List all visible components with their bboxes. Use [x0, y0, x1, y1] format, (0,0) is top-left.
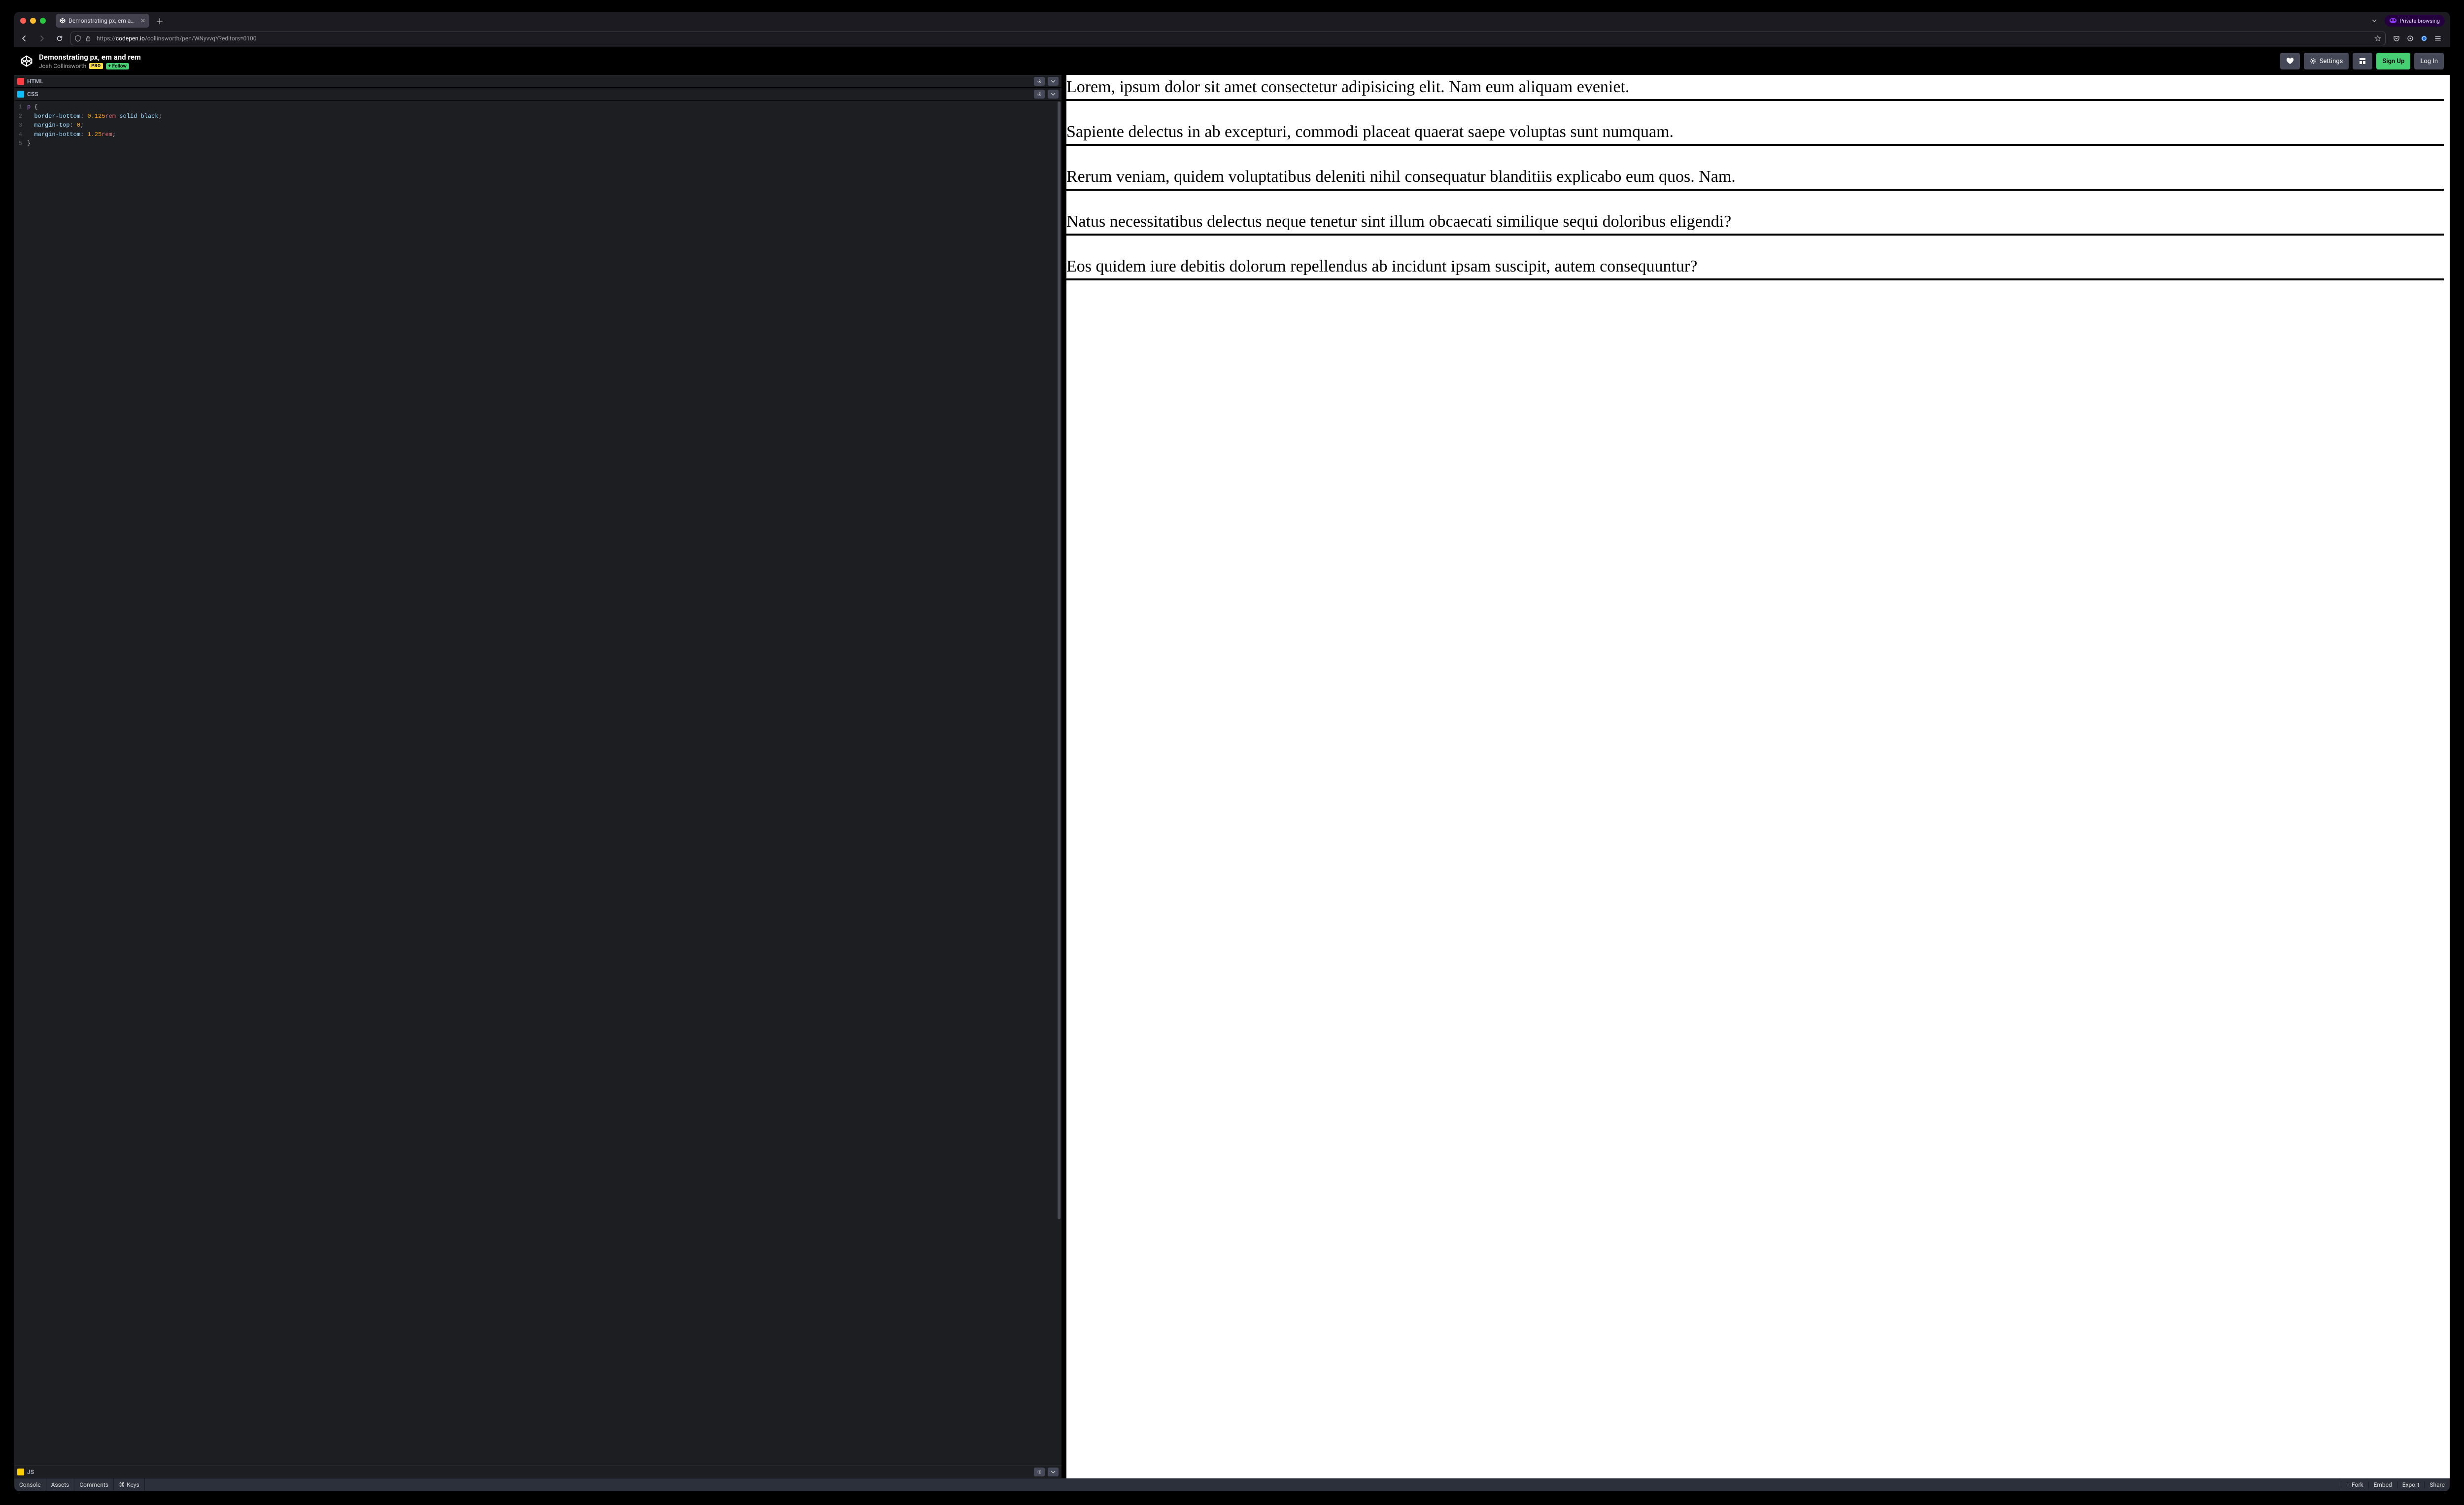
- share-button[interactable]: Share: [2424, 1481, 2450, 1488]
- address-bar[interactable]: https://codepen.io/collinsworth/pen/WNyv…: [70, 32, 2386, 45]
- css-panel: CSS 1p { 2 border-bottom: 0.125rem solid…: [14, 88, 1061, 1466]
- html-panel-collapse-button[interactable]: [1048, 77, 1059, 86]
- html-panel: HTML: [14, 75, 1061, 88]
- codepen-main: HTML CSS: [14, 75, 2450, 1478]
- editor-scrollbar[interactable]: [1058, 102, 1061, 1465]
- gear-icon: [2310, 58, 2317, 65]
- html-panel-options-button[interactable]: [1034, 77, 1045, 86]
- tab-close-button[interactable]: ✕: [140, 17, 145, 24]
- codepen-logo[interactable]: [20, 55, 33, 68]
- preview-body: Lorem, ipsum dolor sit amet consectetur …: [1066, 75, 2450, 301]
- pen-title: Demonstrating px, em and rem: [39, 53, 141, 62]
- change-view-button[interactable]: [2353, 53, 2372, 69]
- tabs-dropdown-button[interactable]: [2368, 14, 2381, 27]
- app-menu-button[interactable]: [2431, 32, 2445, 45]
- preview-paragraph: Rerum veniam, quidem voluptatibus deleni…: [1066, 167, 2444, 191]
- fork-button[interactable]: ⑂ Fork: [2341, 1481, 2368, 1488]
- back-button[interactable]: [17, 32, 31, 45]
- css-panel-label: CSS: [27, 91, 38, 98]
- browser-tab-title: Demonstrating px, em and rem: [68, 17, 136, 24]
- css-panel-options-button[interactable]: [1034, 90, 1045, 99]
- signup-button[interactable]: Sign Up: [2376, 53, 2410, 69]
- codepen-favicon: [60, 17, 66, 24]
- export-button[interactable]: Export: [2397, 1481, 2425, 1488]
- settings-label: Settings: [2320, 58, 2343, 65]
- shortcuts-button[interactable]: ⌘ Keys: [114, 1478, 145, 1491]
- preview-paragraph: Lorem, ipsum dolor sit amet consectetur …: [1066, 77, 2444, 101]
- browser-toolbar: https://codepen.io/collinsworth/pen/WNyv…: [14, 30, 2450, 47]
- forward-button[interactable]: [35, 32, 49, 45]
- html-icon: [17, 78, 24, 85]
- html-panel-header[interactable]: HTML: [14, 75, 1061, 88]
- css-panel-collapse-button[interactable]: [1048, 90, 1059, 99]
- js-icon: [17, 1469, 24, 1475]
- shield-icon: [75, 35, 82, 42]
- pen-title-block: Demonstrating px, em and rem Josh Collin…: [39, 53, 141, 69]
- new-tab-button[interactable]: ＋: [153, 14, 166, 27]
- css-editor[interactable]: 1p { 2 border-bottom: 0.125rem solid bla…: [14, 101, 1061, 1466]
- editor-column: HTML CSS: [14, 75, 1066, 1478]
- settings-button[interactable]: Settings: [2304, 53, 2349, 69]
- mask-icon: [2390, 18, 2396, 23]
- reload-button[interactable]: [53, 32, 67, 45]
- assets-button[interactable]: Assets: [46, 1478, 75, 1491]
- js-panel-collapse-button[interactable]: [1048, 1468, 1059, 1476]
- css-panel-header[interactable]: CSS: [14, 88, 1061, 101]
- window-close-button[interactable]: [20, 18, 26, 24]
- pen-author[interactable]: Josh Collinsworth: [39, 63, 86, 69]
- css-icon: [17, 91, 24, 98]
- extension-button-1[interactable]: [2403, 32, 2417, 45]
- codepen-header: Demonstrating px, em and rem Josh Collin…: [14, 47, 2450, 75]
- preview-paragraph: Sapiente delectus in ab excepturi, commo…: [1066, 122, 2444, 146]
- js-panel: JS: [14, 1466, 1061, 1478]
- preview-paragraph: Natus necessitatibus delectus neque tene…: [1066, 211, 2444, 236]
- browser-tab[interactable]: Demonstrating px, em and rem ✕: [56, 14, 149, 28]
- window-minimize-button[interactable]: [30, 18, 36, 24]
- window-controls: [20, 18, 46, 24]
- url-text: https://codepen.io/collinsworth/pen/WNyv…: [97, 35, 257, 42]
- js-panel-label: JS: [27, 1469, 34, 1475]
- html-panel-label: HTML: [27, 78, 43, 85]
- private-browsing-badge: Private browsing: [2385, 15, 2445, 27]
- header-actions: Settings Sign Up Log In: [2280, 53, 2444, 69]
- js-panel-options-button[interactable]: [1034, 1468, 1045, 1476]
- lock-icon: [86, 35, 93, 41]
- codepen-footer: Console Assets Comments ⌘ Keys ⑂ Fork Em…: [14, 1478, 2450, 1491]
- love-button[interactable]: [2280, 53, 2300, 69]
- embed-button[interactable]: Embed: [2368, 1481, 2397, 1488]
- preview-pane: Lorem, ipsum dolor sit amet consectetur …: [1066, 75, 2450, 1478]
- preview-paragraph: Eos quidem iure debitis dolorum repellen…: [1066, 256, 2444, 280]
- comments-button[interactable]: Comments: [74, 1478, 114, 1491]
- pro-badge: PRO: [89, 63, 103, 69]
- browser-tab-strip: Demonstrating px, em and rem ✕ ＋ Private…: [14, 12, 2450, 30]
- js-panel-header[interactable]: JS: [14, 1466, 1061, 1478]
- bookmark-star-icon[interactable]: [2374, 35, 2381, 42]
- scrollbar-thumb[interactable]: [1058, 102, 1061, 1219]
- follow-button[interactable]: + Follow: [106, 63, 129, 69]
- console-button[interactable]: Console: [14, 1478, 46, 1491]
- login-button[interactable]: Log In: [2414, 53, 2444, 69]
- private-browsing-label: Private browsing: [2399, 18, 2440, 24]
- extension-button-2[interactable]: [2417, 32, 2431, 45]
- save-to-pocket-button[interactable]: [2390, 32, 2403, 45]
- window-maximize-button[interactable]: [40, 18, 46, 24]
- browser-window: Demonstrating px, em and rem ✕ ＋ Private…: [14, 12, 2450, 1491]
